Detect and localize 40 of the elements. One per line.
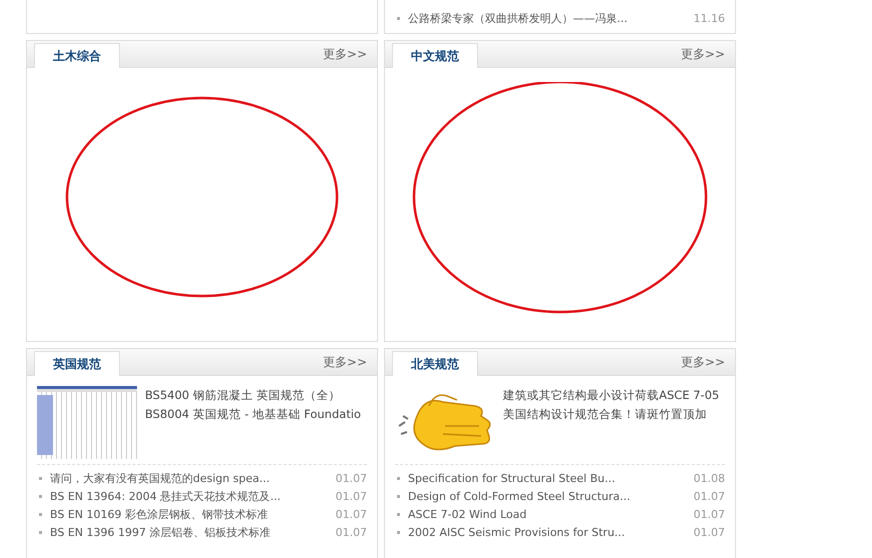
article-date: 01.07 (694, 526, 725, 538)
more-link[interactable]: 更多>> (680, 354, 725, 370)
article-date: 01.07 (694, 490, 725, 502)
article-date: 01.08 (694, 472, 725, 484)
more-link[interactable]: 更多>> (680, 46, 725, 62)
article-date: 01.07 (336, 472, 367, 484)
article-link[interactable]: ASCE 7-02 Wind Load (408, 508, 688, 520)
article-link[interactable]: 请问，大家有没有英国规范的design spea... (50, 470, 330, 486)
article-link[interactable]: BS EN 13964: 2004 悬挂式天花技术规范及... (50, 488, 330, 504)
panel-tab[interactable]: 北美规范 (392, 351, 478, 376)
article-date: 01.07 (336, 508, 367, 520)
article-link[interactable]: Design of Cold-Formed Steel Structura... (408, 490, 688, 502)
bullet-icon (397, 512, 400, 516)
article-date: 01.07 (694, 508, 725, 520)
screenshot-thumbnail[interactable] (37, 386, 137, 459)
featured-link[interactable]: 建筑或其它结构最小设计荷载ASCE 7-05 (503, 388, 720, 403)
panel-tab[interactable]: 英国规范 (34, 351, 120, 376)
bullet-icon (39, 476, 42, 480)
featured-link[interactable]: BS5400 钢筋混凝土 英国规范（全） (145, 388, 361, 403)
article-link[interactable]: BS EN 1396 1997 涂层铝卷、铝板技术标准 (50, 524, 330, 540)
bullet-icon (397, 476, 400, 480)
bullet-icon (397, 16, 400, 20)
article-link[interactable]: BS EN 10169 彩色涂层钢板、钢带技术标准 (50, 506, 330, 522)
panel-tab[interactable]: 土木综合 (34, 43, 120, 68)
featured-link[interactable]: 美国结构设计规范合集！请斑竹置顶加 (503, 407, 720, 422)
bullet-icon (397, 530, 400, 534)
bullet-icon (397, 494, 400, 498)
bullet-icon (39, 494, 42, 498)
bullet-icon (39, 530, 42, 534)
more-link[interactable]: 更多>> (322, 354, 367, 370)
article-link[interactable]: Specification for Structural Steel Bu... (408, 472, 688, 484)
article-date: 11.16 (694, 12, 725, 24)
featured-link[interactable]: BS8004 英国规范 - 地基基础 Foundatio (145, 407, 361, 422)
article-date: 01.07 (336, 490, 367, 502)
article-link[interactable]: 公路桥梁专家（双曲拱桥发明人）——冯泉... (408, 10, 688, 26)
bullet-icon (39, 512, 42, 516)
panel-tab[interactable]: 中文规范 (392, 43, 478, 68)
article-date: 01.07 (336, 526, 367, 538)
more-link[interactable]: 更多>> (322, 46, 367, 62)
article-link[interactable]: 2002 AISC Seismic Provisions for Stru... (408, 526, 688, 538)
